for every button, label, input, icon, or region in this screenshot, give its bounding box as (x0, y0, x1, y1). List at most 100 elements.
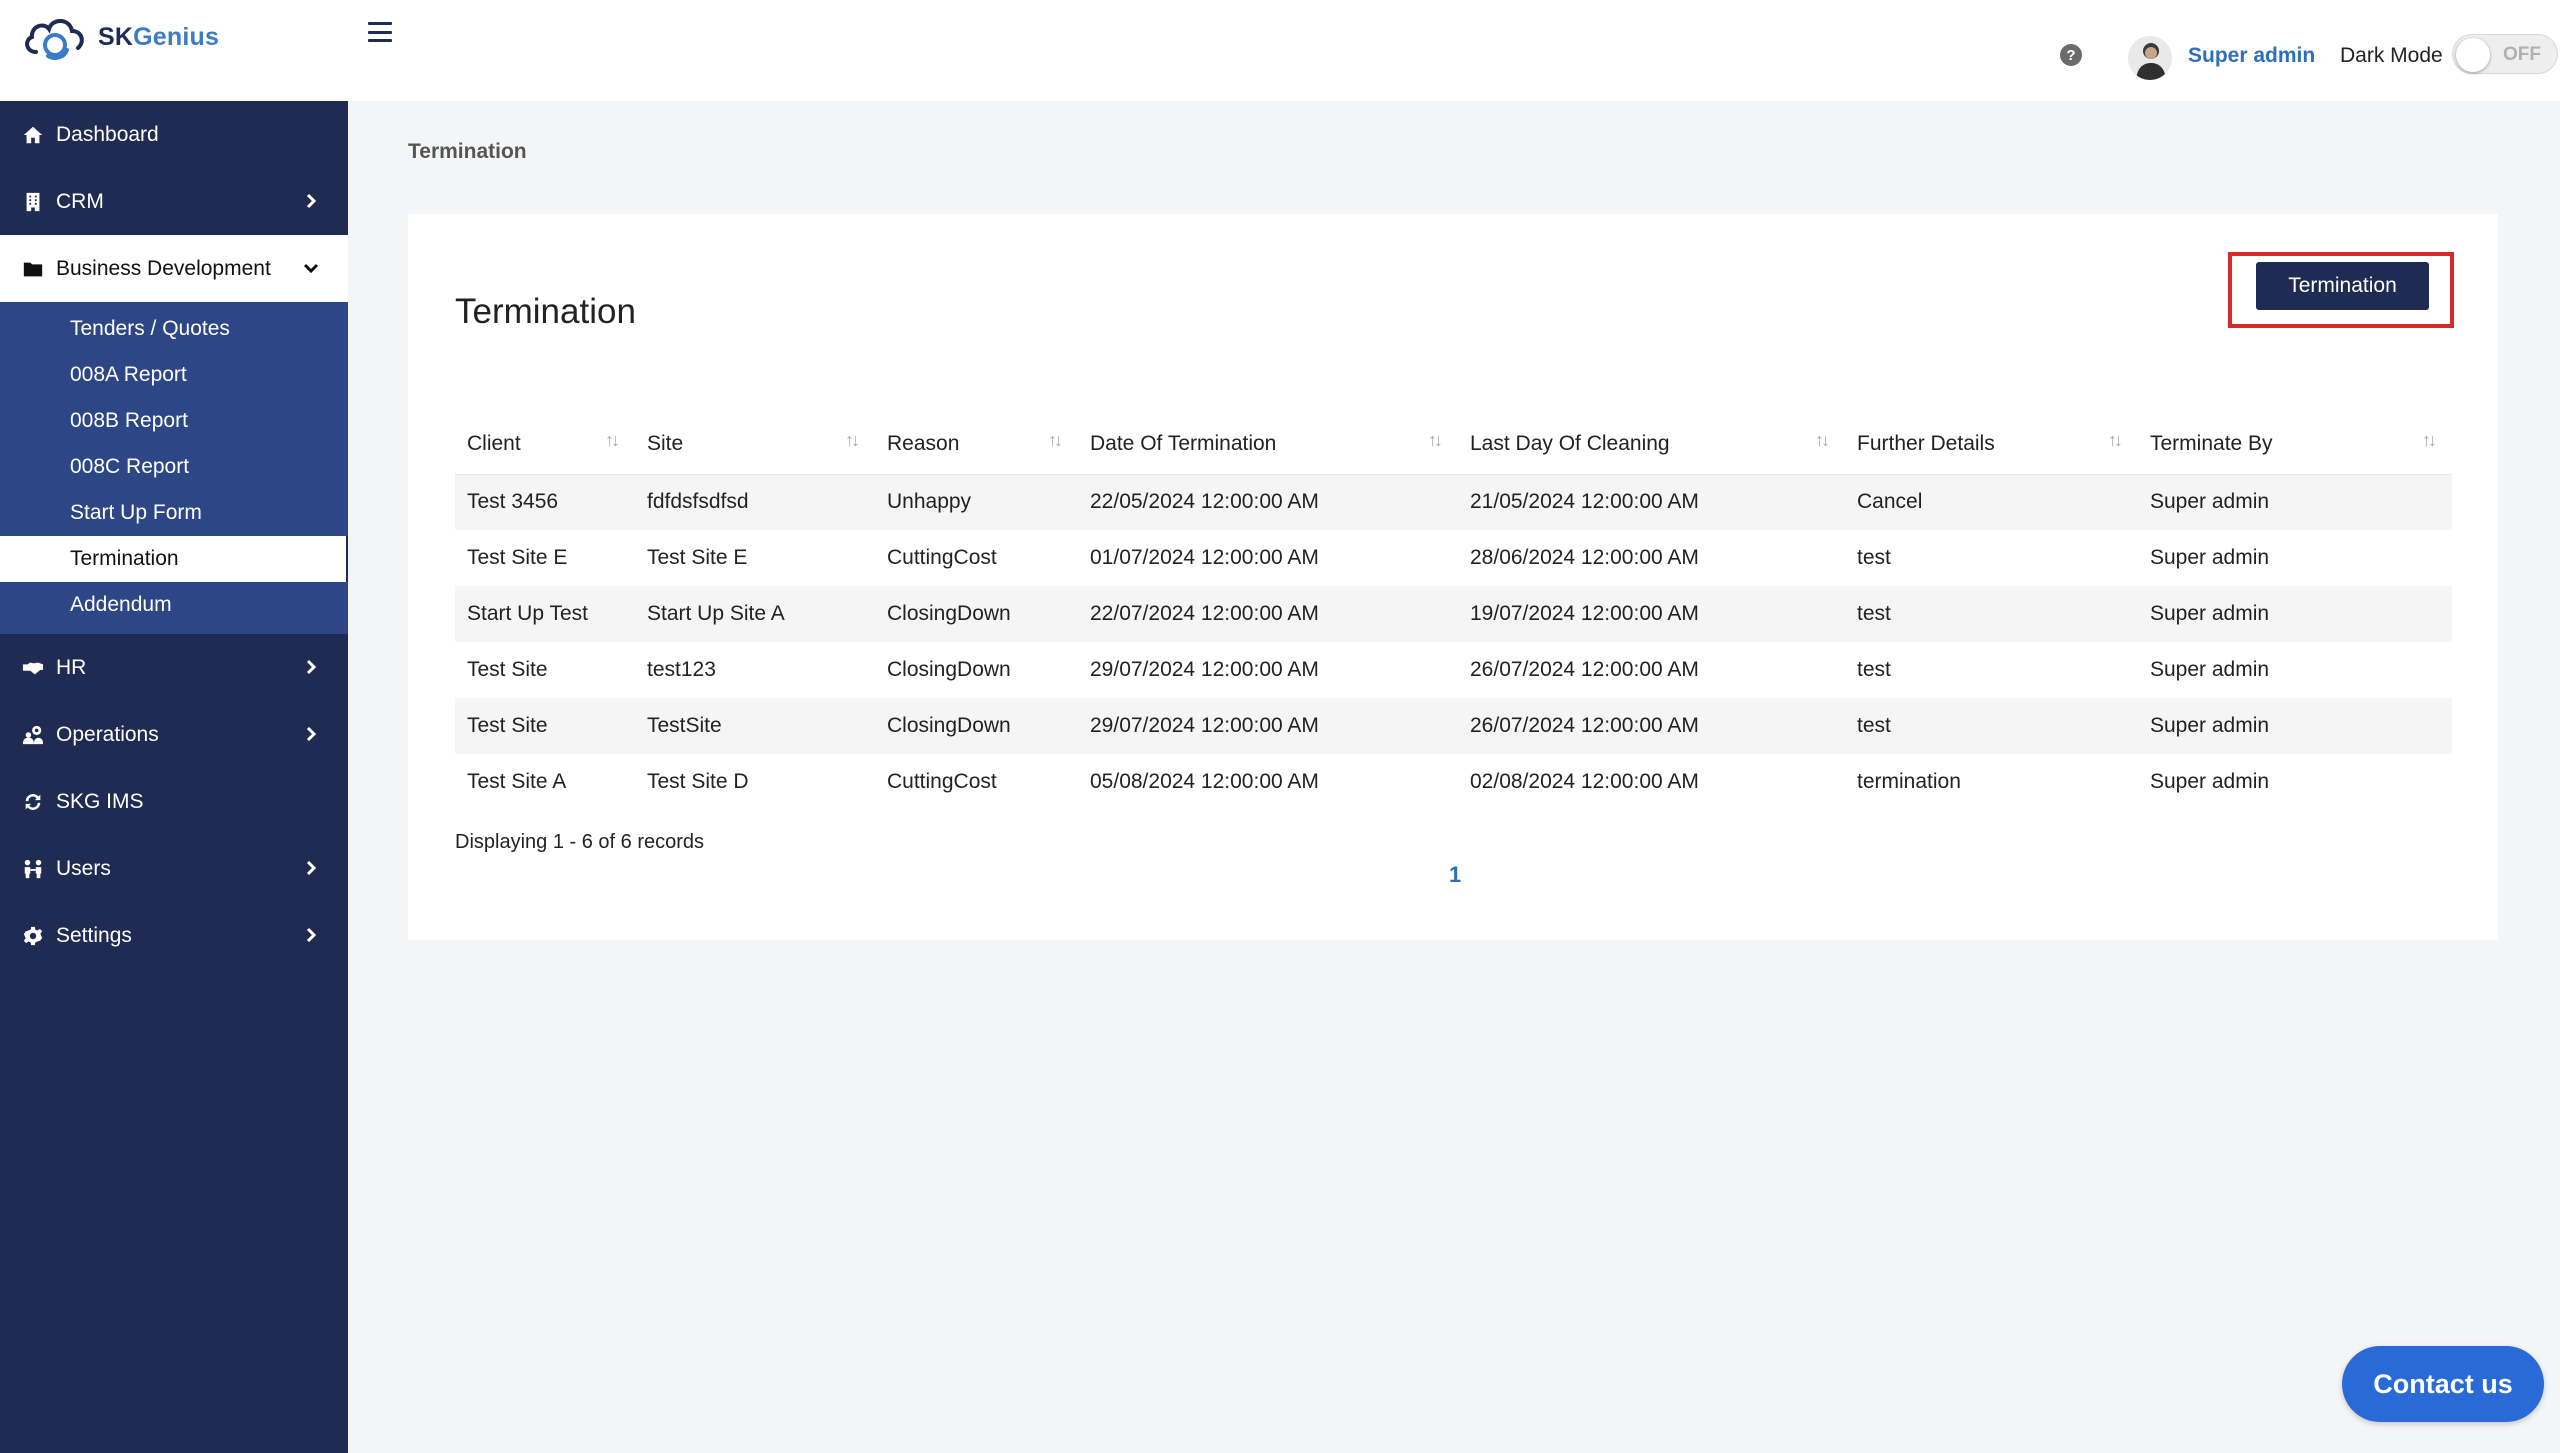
sidebar: Dashboard CRM Business Development Tende… (0, 101, 348, 1453)
cell-site: Test Site D (647, 770, 749, 793)
sidebar-item-crm[interactable]: CRM (0, 168, 348, 235)
table-row[interactable]: Start Up Test Start Up Site A ClosingDow… (455, 586, 2452, 642)
sidebar-item-label: Operations (56, 722, 159, 746)
table-row[interactable]: Test Site TestSite ClosingDown 29/07/202… (455, 698, 2452, 754)
toggle-state-text: OFF (2503, 44, 2541, 65)
chevron-right-icon (302, 725, 320, 743)
cell-last-day-of-cleaning: 26/07/2024 12:00:00 AM (1458, 698, 1845, 754)
brand-name: SKGenius (98, 22, 220, 51)
chevron-down-icon (302, 259, 320, 277)
sidebar-item-label: Business Development (56, 256, 271, 280)
sidebar-item-settings[interactable]: Settings (0, 902, 348, 969)
cell-date-of-termination: 29/07/2024 12:00:00 AM (1090, 658, 1319, 681)
column-header-site[interactable]: Site ↑↓ (635, 414, 875, 475)
page-title: Termination (455, 292, 636, 331)
cell-further-details: Cancel (1845, 474, 2138, 530)
cell-terminate-by: Super admin (2150, 770, 2270, 793)
sort-icon[interactable]: ↑↓ (1815, 430, 1830, 451)
termination-button[interactable]: Termination (2256, 262, 2429, 310)
cell-further-details: test (1845, 698, 2138, 754)
submenu-item-termination[interactable]: Termination (0, 536, 348, 582)
sidebar-item-skg-ims[interactable]: SKG IMS (0, 768, 348, 835)
column-header-further-details[interactable]: Further Details ↑↓ (1845, 414, 2138, 475)
cell-date-of-termination: 05/08/2024 12:00:00 AM (1090, 770, 1319, 793)
column-header-reason[interactable]: Reason ↑↓ (875, 414, 1078, 475)
records-count: Displaying 1 - 6 of 6 records (455, 831, 705, 853)
submenu-item-start-up-form[interactable]: Start Up Form (0, 490, 348, 536)
submenu-item-tenders-quotes[interactable]: Tenders / Quotes (0, 306, 348, 352)
sidebar-item-label: Dashboard (56, 122, 159, 146)
cell-reason: ClosingDown (887, 658, 1011, 681)
sidebar-item-label: CRM (56, 189, 104, 213)
sort-icon[interactable]: ↑↓ (605, 430, 620, 451)
sidebar-item-label: Settings (56, 923, 132, 947)
chevron-right-icon (302, 192, 320, 210)
sort-icon[interactable]: ↑↓ (1428, 430, 1443, 451)
user-name-link[interactable]: Super admin (2188, 44, 2315, 68)
users-icon (20, 858, 46, 880)
table-row[interactable]: Test Site test123 ClosingDown 29/07/2024… (455, 642, 2452, 698)
cell-last-day-of-cleaning: 02/08/2024 12:00:00 AM (1470, 770, 1699, 793)
cell-reason: CuttingCost (887, 546, 997, 569)
sidebar-item-business-development[interactable]: Business Development (0, 235, 348, 302)
cell-date-of-termination: 01/07/2024 12:00:00 AM (1090, 546, 1319, 569)
cell-site: Test Site E (647, 546, 748, 569)
sort-icon[interactable]: ↑↓ (845, 430, 860, 451)
sidebar-item-users[interactable]: Users (0, 835, 348, 902)
cell-further-details: test (1857, 658, 1891, 681)
folder-icon (20, 258, 46, 280)
table-row[interactable]: Test Site A Test Site D CuttingCost 05/0… (455, 754, 2452, 810)
sort-icon[interactable]: ↑↓ (2108, 430, 2123, 451)
cell-terminate-by: Super admin (2138, 586, 2452, 642)
submenu-item-008c-report[interactable]: 008C Report (0, 444, 348, 490)
brand-logo[interactable]: SKGenius (22, 12, 219, 62)
cell-last-day-of-cleaning: 26/07/2024 12:00:00 AM (1470, 658, 1699, 681)
cell-site: fdfdsfsdfsd (635, 474, 875, 530)
breadcrumb: Termination (408, 140, 527, 163)
dark-mode-toggle[interactable]: OFF (2452, 34, 2558, 74)
sidebar-item-dashboard[interactable]: Dashboard (0, 101, 348, 168)
sort-icon[interactable]: ↑↓ (1048, 430, 1063, 451)
sort-icon[interactable]: ↑↓ (2422, 430, 2437, 451)
cell-last-day-of-cleaning: 28/06/2024 12:00:00 AM (1470, 546, 1699, 569)
column-header-last-day-of-cleaning[interactable]: Last Day Of Cleaning ↑↓ (1458, 414, 1845, 475)
cell-date-of-termination: 29/07/2024 12:00:00 AM (1078, 698, 1458, 754)
cell-further-details: test (1845, 586, 2138, 642)
gear-icon (20, 925, 46, 947)
building-icon (20, 191, 46, 213)
sidebar-item-label: SKG IMS (56, 789, 144, 813)
pagination-page-1[interactable]: 1 (1449, 862, 1461, 888)
cell-client: Test Site E (467, 546, 568, 569)
contact-us-button[interactable]: Contact us (2342, 1346, 2544, 1422)
column-header-terminate-by[interactable]: Terminate By ↑↓ (2138, 414, 2452, 475)
sidebar-item-label: HR (56, 655, 87, 679)
column-header-client[interactable]: Client ↑↓ (455, 414, 635, 475)
cell-client: Test Site A (467, 770, 567, 793)
sidebar-item-label: Users (56, 856, 111, 880)
cell-client: Test Site (455, 698, 635, 754)
avatar[interactable] (2128, 36, 2172, 80)
column-header-date-of-termination[interactable]: Date Of Termination ↑↓ (1078, 414, 1458, 475)
termination-table: Client ↑↓ Site ↑↓ Reason ↑↓ Date Of Termina… (455, 414, 2452, 810)
dark-mode-label: Dark Mode (2340, 44, 2443, 67)
table-row[interactable]: Test Site E Test Site E CuttingCost 01/0… (455, 530, 2452, 586)
submenu-item-008b-report[interactable]: 008B Report (0, 398, 348, 444)
submenu-item-addendum[interactable]: Addendum (0, 582, 348, 628)
cell-terminate-by: Super admin (2138, 474, 2452, 530)
termination-card: Termination Termination Client ↑↓ Site ↑↓ … (408, 214, 2498, 940)
cell-terminate-by: Super admin (2150, 546, 2270, 569)
help-icon[interactable]: ? (2060, 44, 2082, 66)
cell-terminate-by: Super admin (2150, 658, 2270, 681)
cell-date-of-termination: 22/07/2024 12:00:00 AM (1078, 586, 1458, 642)
cell-site: Start Up Site A (635, 586, 875, 642)
cell-client: Test 3456 (455, 474, 635, 530)
table-row[interactable]: Test 3456 fdfdsfsdfsd Unhappy 22/05/2024… (455, 474, 2452, 530)
hamburger-menu-icon[interactable] (368, 22, 392, 42)
home-icon (20, 124, 46, 146)
sidebar-item-hr[interactable]: HR (0, 634, 348, 701)
cell-reason: CuttingCost (887, 770, 997, 793)
toggle-knob (2456, 38, 2490, 72)
sidebar-item-operations[interactable]: Operations (0, 701, 348, 768)
submenu-item-008a-report[interactable]: 008A Report (0, 352, 348, 398)
sync-icon (20, 791, 46, 813)
